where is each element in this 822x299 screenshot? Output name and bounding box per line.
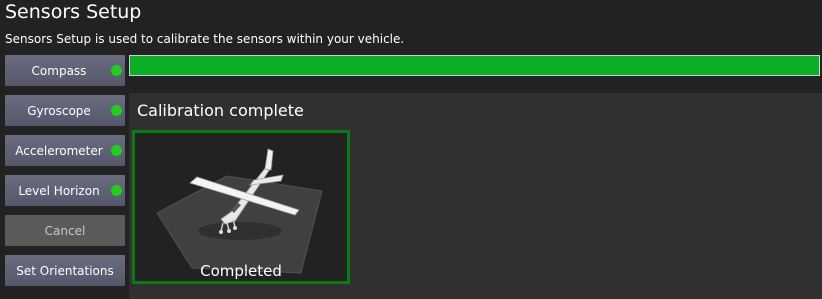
page-subtitle: Sensors Setup is used to calibrate the s… <box>5 32 405 46</box>
set-orientations-button[interactable]: Set Orientations <box>5 255 125 286</box>
cancel-label: Cancel <box>44 223 86 238</box>
gyroscope-button[interactable]: Gyroscope <box>5 95 125 126</box>
calibration-image-box: Completed <box>132 130 350 284</box>
set-orientations-label: Set Orientations <box>16 263 114 278</box>
calibration-caption: Completed <box>200 262 282 280</box>
compass-button[interactable]: Compass <box>5 55 125 86</box>
calibration-status-text: Calibration complete <box>137 101 304 120</box>
airplane-icon <box>156 148 323 274</box>
accelerometer-status-indicator <box>111 145 122 156</box>
level-horizon-label: Level Horizon <box>18 183 100 198</box>
gyroscope-label: Gyroscope <box>27 103 91 118</box>
page-title: Sensors Setup <box>5 1 142 23</box>
cancel-button[interactable]: Cancel <box>5 215 125 246</box>
gyroscope-status-indicator <box>111 105 122 116</box>
calibration-progress-bar <box>129 55 820 76</box>
accelerometer-button[interactable]: Accelerometer <box>5 135 125 166</box>
calibration-progress-fill <box>130 56 819 75</box>
compass-status-indicator <box>111 65 122 76</box>
level-horizon-button[interactable]: Level Horizon <box>5 175 125 206</box>
level-horizon-status-indicator <box>111 185 122 196</box>
accelerometer-label: Accelerometer <box>15 143 103 158</box>
compass-label: Compass <box>31 63 87 78</box>
calibration-panel: Calibration complete Completed <box>129 93 822 299</box>
